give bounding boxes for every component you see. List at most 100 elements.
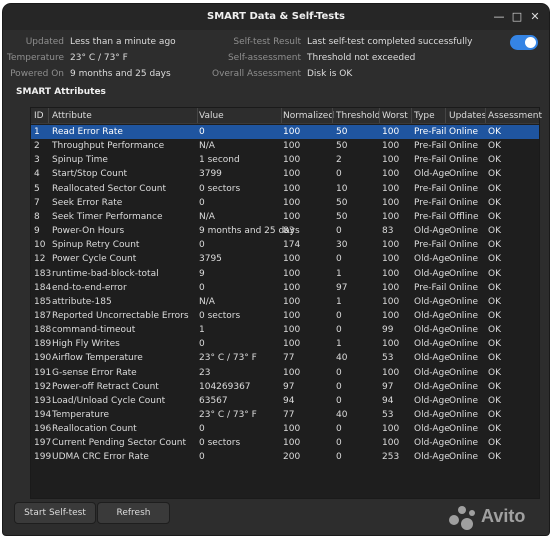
col-assessment-header[interactable]: Assessment (488, 111, 542, 121)
cell-updates: Online (449, 169, 479, 180)
cell-assessment: OK (488, 438, 501, 449)
cell-attribute: Temperature (52, 410, 110, 420)
cell-assessment: OK (488, 254, 501, 265)
watermark-text: Avito (481, 506, 526, 526)
col-worst-header[interactable]: Worst (382, 111, 408, 121)
temperature-value: 23° C / 73° F (70, 53, 128, 63)
cell-assessment: OK (488, 155, 501, 166)
table-row[interactable]: 185 attribute-185 N/A 100 1 100 Old-Age Online O… (31, 295, 539, 309)
table-row[interactable]: 187 Reported Uncorrectable Errors 0 sector… (31, 309, 539, 323)
self-assessment-value: Threshold not exceeded (307, 53, 416, 63)
cell-updates: Online (449, 367, 479, 378)
table-row[interactable]: 192 Power-off Retract Count 104269367 97 0 97… (31, 380, 539, 394)
table-row[interactable]: 10 Spinup Retry Count 0 174 30 100 Pre-Fail Onl… (31, 238, 539, 252)
cell-assessment: OK (488, 169, 501, 180)
powered-on-value: 9 months and 25 days (70, 69, 171, 79)
column-separator[interactable] (485, 108, 486, 123)
cell-worst: 99 (382, 325, 394, 336)
cell-worst: 100 (382, 282, 400, 293)
cell-threshold: 10 (336, 183, 348, 194)
cell-type: Old-Age (414, 169, 450, 180)
cell-id: 194 (34, 410, 52, 420)
cell-updates: Online (449, 438, 479, 449)
column-separator[interactable] (411, 108, 412, 123)
cell-normalized: 100 (283, 268, 301, 279)
cell-id: 188 (34, 325, 52, 336)
start-selftest-button[interactable]: Start Self-test (14, 502, 96, 524)
table-row[interactable]: 194 Temperature 23° C / 73° F 77 40 53 Old-Age… (31, 408, 539, 422)
smart-enable-toggle[interactable] (510, 35, 538, 50)
col-attribute-header[interactable]: Attribute (52, 111, 92, 121)
cell-updates: Online (449, 452, 479, 463)
table-row[interactable]: 9 Power-On Hours 9 months and 25 days 83 0 83… (31, 224, 539, 238)
cell-assessment: OK (488, 424, 501, 435)
cell-threshold: 50 (336, 197, 348, 208)
col-updates-header[interactable]: Updates (449, 111, 486, 121)
table-row[interactable]: 8 Seek Timer Performance N/A 100 50 100 Pre-Fa… (31, 210, 539, 224)
table-row[interactable]: 5 Reallocated Sector Count 0 sectors 100 10 1… (31, 182, 539, 196)
minimize-icon[interactable]: — (491, 9, 507, 25)
cell-type: Pre-Fail (414, 141, 447, 152)
cell-value: 63567 (199, 395, 228, 406)
cell-updates: Online (449, 240, 479, 251)
column-separator[interactable] (48, 108, 49, 123)
cell-threshold: 0 (336, 395, 342, 406)
table-row[interactable]: 199 UDMA CRC Error Rate 0 200 0 253 Old-Age Onl… (31, 450, 539, 464)
table-row[interactable]: 1 Read Error Rate 0 100 50 100 Pre-Fail Online O… (31, 125, 539, 139)
cell-threshold: 0 (336, 254, 342, 265)
cell-worst: 100 (382, 268, 400, 279)
table-row[interactable]: 2 Throughput Performance N/A 100 50 100 Pre-Fa… (31, 139, 539, 153)
updated-value: Less than a minute ago (70, 37, 176, 47)
cell-type: Old-Age (414, 226, 450, 237)
table-row[interactable]: 196 Reallocation Count 0 100 0 100 Old-Age Onli… (31, 422, 539, 436)
refresh-button[interactable]: Refresh (97, 502, 170, 524)
column-separator[interactable] (332, 108, 333, 123)
cell-id: 4 (34, 169, 40, 180)
cell-normalized: 100 (283, 367, 301, 378)
cell-attribute: end-to-end-error (52, 282, 127, 293)
table-row[interactable]: 4 Start/Stop Count 3799 100 0 100 Old-Age Onlin… (31, 167, 539, 181)
table-row[interactable]: 12 Power Cycle Count 3795 100 0 100 Old-Age Onl… (31, 252, 539, 266)
table-row[interactable]: 184 end-to-end-error 0 100 97 100 Pre-Fail Onli… (31, 281, 539, 295)
cell-normalized: 200 (283, 452, 301, 463)
cell-id: 12 (34, 254, 46, 265)
cell-attribute: Reported Uncorrectable Errors (52, 310, 189, 321)
table-row[interactable]: 183 runtime-bad-block-total 9 100 1 100 Old-Ag… (31, 267, 539, 281)
cell-updates: Offline (449, 211, 479, 222)
cell-worst: 100 (382, 367, 400, 378)
cell-threshold: 0 (336, 325, 342, 336)
cell-type: Old-Age (414, 325, 450, 336)
table-row[interactable]: 189 High Fly Writes 0 100 1 100 Old-Age Online O… (31, 337, 539, 351)
table-row[interactable]: 7 Seek Error Rate 0 100 50 100 Pre-Fail Online O… (31, 196, 539, 210)
table-row[interactable]: 190 Airflow Temperature 23° C / 73° F 77 40 5… (31, 351, 539, 365)
overall-assessment-value: Disk is OK (307, 69, 353, 79)
powered-on-label: Powered On (10, 69, 64, 79)
column-separator[interactable] (445, 108, 446, 123)
column-separator[interactable] (281, 108, 282, 123)
table-row[interactable]: 188 command-timeout 1 100 0 99 Old-Age Online OK (31, 323, 539, 337)
cell-threshold: 97 (336, 282, 348, 293)
col-id-header[interactable]: ID (34, 111, 44, 121)
column-separator[interactable] (197, 108, 198, 123)
cell-type: Old-Age (414, 339, 450, 350)
cell-value: 23 (199, 367, 211, 378)
cell-updates: Online (449, 282, 479, 293)
col-normalized-header[interactable]: Normalized (283, 111, 334, 121)
table-row[interactable]: 193 Load/Unload Cycle Count 63567 94 0 94 Old-… (31, 394, 539, 408)
smart-attributes-table[interactable]: ID Attribute Value Normalized Threshold Worst… (30, 107, 542, 499)
cell-value: 3795 (199, 254, 222, 265)
col-threshold-header[interactable]: Threshold (336, 111, 380, 121)
cell-value: N/A (199, 296, 215, 307)
table-row[interactable]: 3 Spinup Time 1 second 100 2 100 Pre-Fail Onlin… (31, 153, 539, 167)
table-row[interactable]: 191 G-sense Error Rate 23 100 0 100 Old-Age Onl… (31, 366, 539, 380)
cell-id: 199 (34, 452, 52, 463)
col-type-header[interactable]: Type (414, 111, 435, 121)
close-icon[interactable]: ✕ (527, 9, 543, 25)
col-value-header[interactable]: Value (199, 111, 224, 121)
cell-type: Old-Age (414, 395, 450, 406)
column-separator[interactable] (379, 108, 380, 123)
table-row[interactable]: 197 Current Pending Sector Count 0 sectors… (31, 436, 539, 450)
window-title: SMART Data & Self-Tests (207, 11, 345, 22)
maximize-icon[interactable]: □ (509, 9, 525, 25)
cell-value: 1 (199, 325, 205, 336)
